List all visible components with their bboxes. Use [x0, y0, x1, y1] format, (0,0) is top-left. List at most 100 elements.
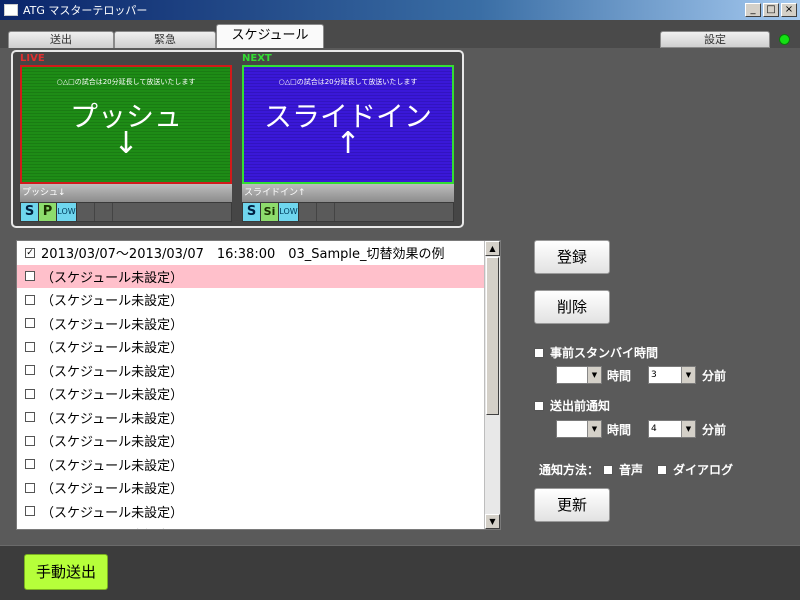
settings-button[interactable]: 設定	[660, 31, 770, 48]
schedule-row[interactable]: ✓ 2013/03/07～2013/03/07 16:38:00 03_Sampl…	[17, 241, 485, 265]
schedule-row[interactable]: （スケジュール未設定）	[17, 523, 485, 529]
pre-notice-option[interactable]: 送出前通知	[534, 397, 610, 414]
main-panel: LIVE ○△□の試合は20分延長して放送いたします プッシュ ↓ プッシュ↓ …	[0, 48, 800, 545]
status-indicator-icon	[779, 34, 790, 45]
arrow-up-icon: ↑	[335, 126, 361, 161]
low-icon: LOW	[57, 203, 77, 221]
app-icon	[4, 4, 18, 16]
next-screen[interactable]: ○△□の試合は20分延長して放送いたします スライドイン ↑	[242, 65, 454, 184]
pre-notice-label: 送出前通知	[550, 399, 611, 413]
schedule-row[interactable]: （スケジュール未設定）	[17, 288, 485, 312]
row-checkbox[interactable]	[25, 506, 35, 517]
notify-method-label: 通知方法：	[539, 463, 600, 477]
maximize-button[interactable]: □	[763, 3, 779, 17]
standby-hours-select[interactable]: ▼	[556, 366, 602, 384]
chevron-down-icon: ▼	[587, 367, 601, 383]
row-text: （スケジュール未設定）	[41, 388, 184, 404]
p-icon: P	[39, 203, 57, 221]
row-text: （スケジュール未設定）	[41, 341, 184, 357]
row-text: （スケジュール未設定）	[41, 270, 184, 286]
schedule-row[interactable]: （スケジュール未設定）	[17, 312, 485, 336]
arrow-down-icon: ↓	[113, 126, 139, 161]
schedule-row[interactable]: （スケジュール未設定）	[17, 453, 485, 477]
row-checkbox[interactable]	[25, 482, 35, 493]
schedule-list[interactable]: ✓ 2013/03/07～2013/03/07 16:38:00 03_Sampl…	[16, 240, 501, 530]
sound-option[interactable]: 音声	[603, 461, 643, 478]
next-effect-icons: S Si LOW	[242, 202, 454, 222]
chevron-down-icon: ▼	[681, 421, 695, 437]
schedule-row[interactable]: （スケジュール未設定）	[17, 406, 485, 430]
minimize-button[interactable]: _	[745, 3, 761, 17]
row-text: 2013/03/07～2013/03/07 16:38:00 03_Sample…	[41, 247, 445, 263]
row-text: （スケジュール未設定）	[41, 525, 183, 529]
tab-schedule[interactable]: スケジュール	[216, 24, 324, 48]
s-icon: S	[21, 203, 39, 221]
window-title: ATG マスターテロッパー	[23, 4, 148, 17]
row-checkbox[interactable]	[25, 318, 35, 329]
pre-standby-option[interactable]: 事前スタンバイ時間	[534, 344, 658, 361]
hours-label: 時間	[607, 423, 632, 437]
live-telop: ○△□の試合は20分延長して放送いたします	[56, 78, 196, 86]
sound-checkbox[interactable]	[603, 464, 613, 475]
next-caption: スライドイン↑	[242, 184, 454, 202]
title-bar: ATG マスターテロッパー _ □ ×	[0, 0, 800, 20]
next-telop: ○△□の試合は20分延長して放送いたします	[278, 78, 418, 86]
row-text: （スケジュール未設定）	[41, 458, 184, 474]
live-effect-icons: S P LOW	[20, 202, 232, 222]
row-checkbox[interactable]	[25, 459, 35, 470]
sound-label: 音声	[619, 463, 644, 477]
live-preview: LIVE ○△□の試合は20分延長して放送いたします プッシュ ↓ プッシュ↓ …	[20, 54, 232, 222]
row-checkbox[interactable]	[25, 365, 35, 376]
dialog-label: ダイアログ	[673, 463, 734, 477]
schedule-row[interactable]: （スケジュール未設定）	[17, 335, 485, 359]
hours-label: 時間	[607, 369, 632, 383]
schedule-row[interactable]: （スケジュール未設定）	[17, 500, 485, 524]
notice-hours-select[interactable]: ▼	[556, 420, 602, 438]
si-icon: Si	[261, 203, 279, 221]
dialog-checkbox[interactable]	[657, 464, 667, 475]
schedule-row[interactable]: （スケジュール未設定）	[17, 264, 485, 288]
row-checkbox[interactable]	[25, 294, 35, 305]
s-icon: S	[243, 203, 261, 221]
row-checkbox[interactable]	[25, 435, 35, 446]
row-text: （スケジュール未設定）	[41, 411, 184, 427]
close-button[interactable]: ×	[781, 3, 797, 17]
row-checkbox[interactable]	[25, 388, 35, 399]
live-screen[interactable]: ○△□の試合は20分延長して放送いたします プッシュ ↓	[20, 65, 232, 184]
row-text: （スケジュール未設定）	[41, 364, 184, 380]
pre-standby-label: 事前スタンバイ時間	[550, 346, 659, 360]
row-checkbox[interactable]	[25, 341, 35, 352]
list-scrollbar[interactable]: ▲ ▼	[484, 241, 500, 529]
row-text: （スケジュール未設定）	[41, 505, 184, 521]
dialog-option[interactable]: ダイアログ	[657, 461, 733, 478]
update-button[interactable]: 更新	[534, 488, 610, 522]
standby-minutes-select[interactable]: 3 ▼	[648, 366, 696, 384]
tab-emergency[interactable]: 緊急	[114, 31, 216, 48]
notice-minutes-select[interactable]: 4 ▼	[648, 420, 696, 438]
row-text: （スケジュール未設定）	[41, 317, 184, 333]
scroll-up-icon[interactable]: ▲	[485, 241, 500, 256]
next-tag: NEXT	[242, 53, 272, 64]
row-text: （スケジュール未設定）	[41, 294, 184, 310]
schedule-row[interactable]: （スケジュール未設定）	[17, 429, 485, 453]
delete-button[interactable]: 削除	[534, 290, 610, 324]
pre-notice-checkbox[interactable]	[534, 400, 544, 411]
row-checkbox[interactable]	[25, 412, 35, 423]
schedule-rows: ✓ 2013/03/07～2013/03/07 16:38:00 03_Sampl…	[17, 241, 500, 529]
row-checkbox[interactable]	[25, 271, 35, 282]
schedule-row[interactable]: （スケジュール未設定）	[17, 476, 485, 500]
row-checkbox[interactable]: ✓	[25, 247, 35, 258]
minutes-before-label: 分前	[702, 423, 727, 437]
schedule-row[interactable]: （スケジュール未設定）	[17, 382, 485, 406]
scroll-down-icon[interactable]: ▼	[485, 514, 500, 529]
next-preview: NEXT ○△□の試合は20分延長して放送いたします スライドイン ↑ スライド…	[242, 54, 454, 222]
manual-send-button[interactable]: 手動送出	[24, 554, 108, 590]
pre-standby-checkbox[interactable]	[534, 347, 544, 358]
tab-bar: 送出 緊急 スケジュール 設定	[0, 20, 800, 48]
scroll-thumb[interactable]	[486, 257, 499, 415]
tab-send[interactable]: 送出	[8, 31, 114, 48]
chevron-down-icon: ▼	[681, 367, 695, 383]
live-caption: プッシュ↓	[20, 184, 232, 202]
schedule-row[interactable]: （スケジュール未設定）	[17, 359, 485, 383]
register-button[interactable]: 登録	[534, 240, 610, 274]
